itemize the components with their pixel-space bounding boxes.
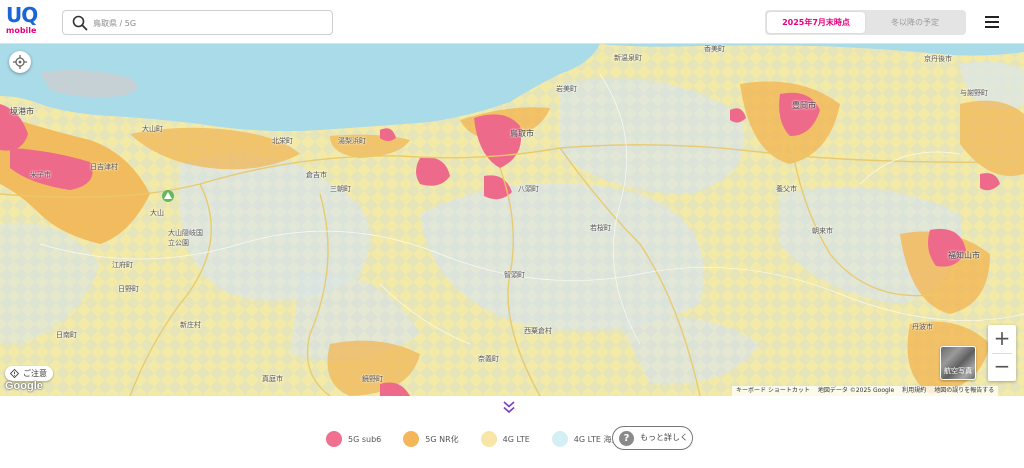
uq-mobile-logo[interactable]: UQ mobile	[6, 3, 38, 36]
attention-button[interactable]: ご注意	[5, 366, 53, 381]
map-label: 米子市	[30, 171, 51, 179]
legend-swatch	[480, 431, 497, 447]
map-label: 新庄村	[180, 321, 201, 329]
tab-future[interactable]: 冬以降の予定	[866, 12, 964, 33]
legend-label: 4G LTE	[502, 434, 530, 444]
map-label: 境港市	[10, 107, 34, 116]
logo-sub-text: mobile	[6, 26, 37, 35]
zoom-out-button[interactable]: −	[988, 353, 1016, 381]
map-label: 若桜町	[590, 224, 611, 232]
double-chevron-down-icon[interactable]	[502, 401, 516, 414]
google-logo[interactable]: Google	[5, 380, 43, 392]
search-input[interactable]	[93, 15, 323, 31]
legend-item-5g-nr: 5G NR化	[403, 431, 459, 447]
app-header: UQ mobile 2025年7月末時点 冬以降の予定	[0, 0, 1024, 44]
map-label: 倉吉市	[306, 171, 327, 179]
map-label: 八頭町	[518, 185, 539, 193]
map-label: 智頭町	[504, 271, 525, 279]
map-label: 三朝町	[330, 185, 351, 193]
legend-label: 5G NR化	[425, 434, 459, 444]
locate-button[interactable]	[9, 51, 31, 73]
legend-item-4g-lte: 4G LTE	[480, 431, 530, 447]
aerial-photo-label: 航空写真	[944, 367, 972, 375]
legend-swatch	[326, 431, 342, 447]
map-label: 日吉津村	[90, 163, 118, 171]
zoom-control: + −	[988, 325, 1016, 381]
legend-swatch	[551, 431, 568, 447]
map-label: 鳥取市	[510, 129, 534, 138]
legend-label: 5G sub6	[348, 434, 382, 444]
map-label: 大山隠岐国立公園	[168, 229, 203, 247]
search-icon	[72, 15, 88, 31]
warning-diamond-icon	[10, 369, 19, 378]
map-label: 西粟倉村	[524, 327, 552, 335]
map-label: 北栄町	[272, 137, 293, 145]
map-label: 福知山市	[948, 251, 980, 260]
attention-label: ご注意	[23, 369, 47, 378]
map-label: 京丹後市	[924, 55, 952, 63]
keyboard-shortcuts-link[interactable]: キーボード ショートカット	[732, 386, 814, 396]
map-label: 鏡野町	[362, 375, 383, 383]
map-label: 岩美町	[556, 85, 577, 93]
map-label: 江府町	[112, 261, 133, 269]
map-label: 香美町	[704, 45, 725, 53]
hamburger-menu-icon[interactable]	[982, 12, 1002, 32]
map-label: 豊岡市	[792, 101, 816, 110]
map-label: 日野町	[118, 285, 139, 293]
report-error-link[interactable]: 地図の誤りを報告する	[930, 386, 999, 396]
terms-link[interactable]: 利用規約	[898, 386, 931, 396]
map-label: 真庭市	[262, 375, 283, 383]
legend-item-5g-sub6: 5G sub6	[326, 431, 381, 447]
logo-main-text: UQ	[6, 3, 38, 27]
map-label: 大山	[150, 209, 164, 217]
zoom-in-button[interactable]: +	[988, 325, 1016, 353]
map-data-credit: 地図データ ©2025 Google	[813, 386, 899, 396]
map-label: 日南町	[56, 331, 77, 339]
map-label: 養父市	[776, 185, 797, 193]
map-label: 丹波市	[912, 323, 933, 331]
map-attribution: キーボード ショートカット 地図データ ©2025 Google 利用規約 地図…	[732, 386, 999, 396]
search-box[interactable]	[62, 10, 333, 35]
more-details-label: もっと詳しく	[640, 433, 688, 442]
period-toggle: 2025年7月末時点 冬以降の予定	[765, 10, 966, 35]
legend-swatch	[403, 431, 420, 447]
map-label: 湯梨浜町	[338, 137, 366, 145]
aerial-photo-toggle[interactable]: 航空写真	[940, 346, 976, 380]
question-icon: ?	[619, 431, 634, 446]
map-label: 新温泉町	[614, 54, 642, 62]
map-label: 与謝野町	[960, 89, 988, 97]
map-base-graphics	[0, 44, 1024, 396]
map-label: 朝来市	[812, 227, 833, 235]
more-details-button[interactable]: ? もっと詳しく	[612, 426, 693, 450]
map-label: 奈義町	[478, 355, 499, 363]
map-label: 大山町	[142, 125, 163, 133]
tab-current[interactable]: 2025年7月末時点	[767, 12, 865, 33]
crosshair-location-icon	[13, 55, 27, 69]
coverage-map[interactable]: 境港市 日吉津村 大山町 北栄町 湯梨浜町 鳥取市 岩美町 新温泉町 香美町 豊…	[0, 44, 1024, 396]
